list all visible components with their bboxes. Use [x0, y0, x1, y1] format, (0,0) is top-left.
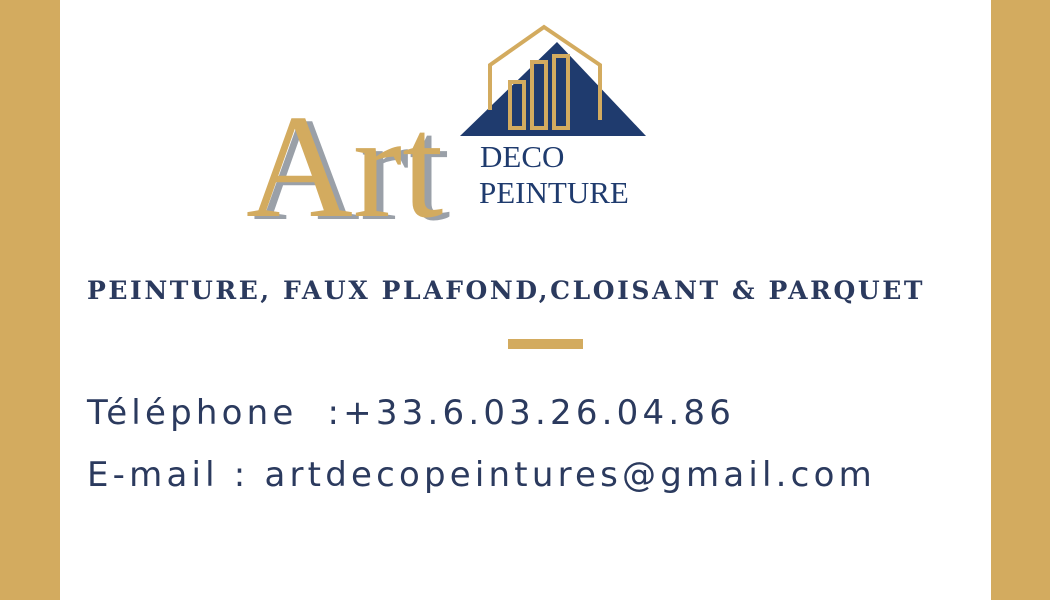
- house-roof-icon: [460, 24, 646, 136]
- services-tagline: PEINTURE, FAUX PLAFOND,CLOISANT & PARQUE…: [87, 276, 926, 305]
- business-card: Art Art DECO PEINTURE PEINTURE, FAUX PLA…: [60, 0, 991, 600]
- logo-peinture-text: PEINTURE: [479, 175, 629, 210]
- company-logo: Art Art DECO PEINTURE: [246, 24, 646, 240]
- phone-line[interactable]: Téléphone :+33.6.03.26.04.86: [87, 396, 967, 430]
- logo-deco-text: DECO: [480, 139, 564, 174]
- email-line[interactable]: E-mail : artdecopeintures@gmail.com: [87, 458, 967, 492]
- gold-divider: [508, 339, 583, 349]
- logo-art-text: Art: [246, 85, 443, 240]
